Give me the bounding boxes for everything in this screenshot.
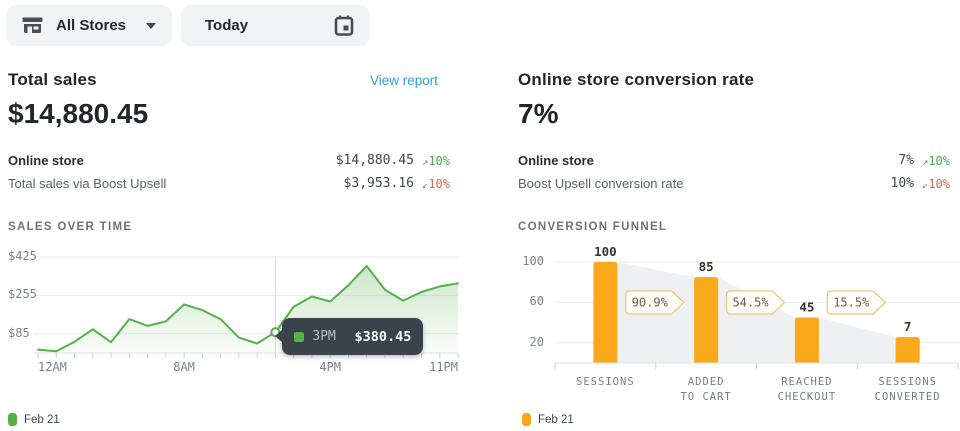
sales-over-time-header: SALES OVER TIME — [8, 221, 132, 233]
conversion-rate-label: 90.9% — [632, 296, 669, 310]
funnel-chart-legend: Feb 21 — [522, 413, 574, 426]
total-sales-card: Total sales View report $14,880.45 Onlin… — [8, 70, 460, 195]
analytics-dashboard: All Stores Today Total sales View report… — [0, 0, 960, 431]
metric-value: 7% — [898, 153, 914, 168]
bar-value-label: 100 — [594, 244, 617, 259]
store-selector-button[interactable]: All Stores — [6, 5, 172, 46]
tooltip-time: 3PM — [312, 329, 335, 344]
conversion-rate-label: 15.5% — [833, 296, 870, 310]
bar-value-label: 45 — [799, 300, 814, 315]
tooltip-series-chip — [294, 332, 304, 342]
funnel-bar[interactable] — [795, 318, 819, 363]
metric-row-online-store: Online store $14,880.45 ↗10% — [8, 149, 460, 172]
change-badge: ↗10% — [422, 154, 460, 168]
x-axis-label: 8AM — [173, 360, 195, 374]
metric-value: 10% — [891, 176, 914, 191]
conversion-rate-card: Online store conversion rate 7% Online s… — [518, 70, 960, 195]
funnel-bar-svg: 100 85 45 7 90.9% 54.5% 15.5% — [510, 248, 960, 373]
bar-value-label: 85 — [699, 259, 714, 274]
conversion-rate-label: 54.5% — [732, 296, 769, 310]
category-label: ADDEDTO CART — [651, 375, 761, 405]
legend-chip — [522, 413, 531, 426]
change-badge: ↙10% — [922, 177, 960, 191]
legend-chip — [8, 413, 17, 426]
change-badge: ↗10% — [922, 154, 960, 168]
conversion-funnel-chart[interactable]: 100 85 45 7 90.9% 54.5% 15.5%100 60 20 SESSIONSAD… — [510, 248, 960, 408]
metric-row-boost-upsell: Boost Upsell conversion rate 10% ↙10% — [518, 172, 960, 195]
change-badge: ↙10% — [422, 177, 460, 191]
y-axis-label: $425 — [8, 249, 37, 263]
x-axis-label: 12AM — [38, 360, 67, 374]
chevron-down-icon — [146, 23, 156, 29]
metric-value: $3,953.16 — [344, 176, 414, 191]
funnel-bar[interactable] — [896, 337, 920, 363]
conversion-rate-title: Online store conversion rate — [518, 70, 754, 90]
chart-tooltip: 3PM $380.45 — [282, 318, 423, 355]
legend-label: Feb 21 — [24, 414, 60, 426]
view-report-link[interactable]: View report — [370, 73, 438, 88]
store-selector-label: All Stores — [56, 17, 126, 34]
conversion-funnel-header: CONVERSION FUNNEL — [518, 221, 667, 233]
x-axis-label: 11PM — [429, 360, 458, 374]
category-label: SESSIONSCONVERTED — [853, 375, 960, 405]
total-sales-value: $14,880.45 — [8, 96, 460, 132]
sales-over-time-chart[interactable]: $425 $255 $85 12AM 8AM 4PM 11PM 3PM $380.45 — [0, 248, 470, 408]
y-axis-label: 60 — [518, 294, 544, 308]
legend-label: Feb 21 — [538, 414, 574, 426]
tooltip-value: $380.45 — [354, 329, 411, 345]
date-selector-label: Today — [205, 17, 248, 34]
date-selector-button[interactable]: Today — [181, 5, 370, 46]
metric-value: $14,880.45 — [336, 153, 414, 168]
bar-value-label: 7 — [904, 319, 912, 334]
y-axis-label: $255 — [8, 287, 37, 301]
category-label: REACHEDCHECKOUT — [752, 375, 862, 405]
conversion-rate-value: 7% — [518, 96, 960, 132]
x-axis-label: 4PM — [319, 360, 341, 374]
y-axis-label: 20 — [518, 335, 544, 349]
category-label: SESSIONS — [550, 375, 660, 390]
total-sales-title: Total sales — [8, 70, 97, 90]
metric-row-online-store: Online store 7% ↗10% — [518, 149, 960, 172]
metric-row-boost-upsell: Total sales via Boost Upsell $3,953.16 ↙… — [8, 172, 460, 195]
y-axis-label: 100 — [518, 254, 544, 268]
funnel-bar[interactable] — [694, 277, 718, 363]
y-axis-label: $85 — [8, 326, 30, 340]
sales-chart-legend: Feb 21 — [8, 413, 60, 426]
funnel-bar[interactable] — [593, 262, 617, 363]
calendar-icon — [334, 14, 354, 37]
store-icon — [22, 16, 43, 35]
sales-line-svg — [0, 248, 470, 383]
